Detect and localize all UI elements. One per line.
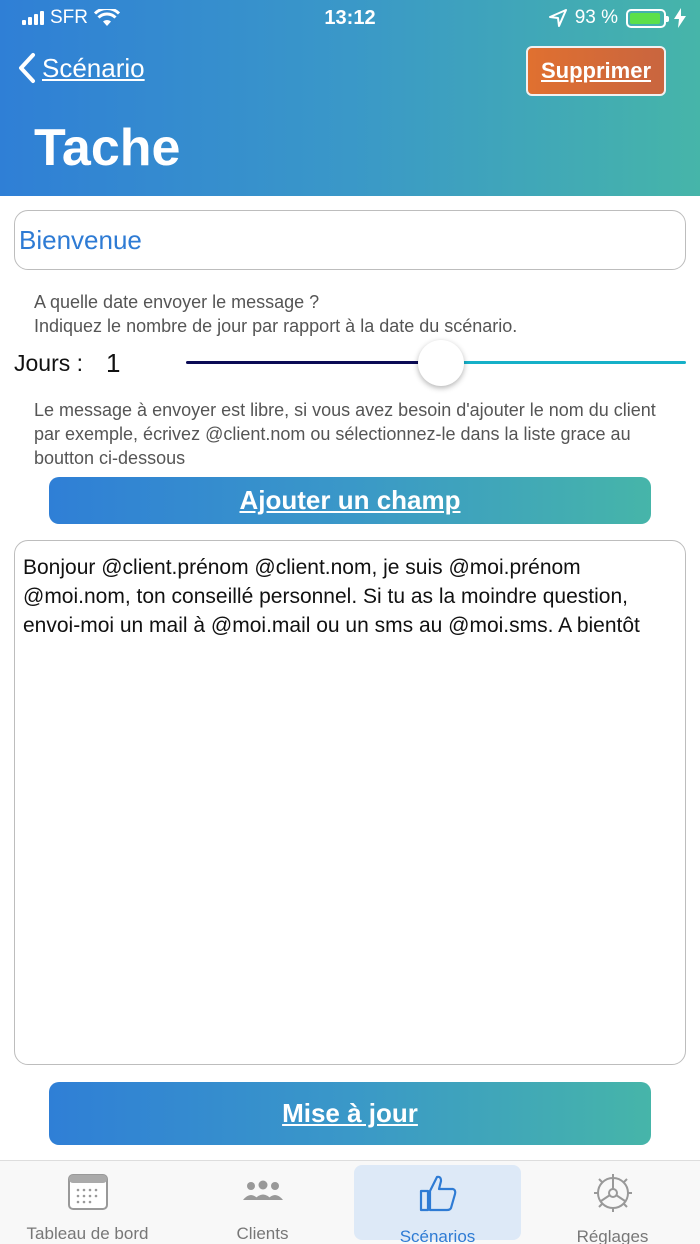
slider-track-filled (186, 361, 441, 364)
battery-fill (630, 12, 660, 24)
update-button[interactable]: Mise à jour (49, 1082, 651, 1145)
tab-label: Scénarios (399, 1227, 476, 1244)
calendar-icon (67, 1173, 108, 1210)
days-value: 1 (106, 348, 121, 378)
tab-bar: Tableau de bord Clients Scénarios Réglag… (0, 1160, 700, 1244)
tab-scenarios[interactable]: Scénarios (350, 1161, 525, 1244)
people-icon (242, 1180, 283, 1200)
tab-clients[interactable]: Clients (175, 1161, 350, 1244)
page-title: Tache (34, 119, 181, 177)
thumbs-up-icon (419, 1175, 456, 1212)
back-button[interactable]: Scénario (18, 52, 145, 84)
tab-label: Clients (236, 1224, 289, 1243)
date-help-text: A quelle date envoyer le message ? Indiq… (34, 292, 518, 336)
tab-label: Tableau de bord (26, 1224, 149, 1243)
gear-icon (593, 1174, 632, 1212)
slider-track-empty (441, 361, 686, 364)
tab-dashboard[interactable]: Tableau de bord (0, 1161, 175, 1244)
chevron-left-icon (19, 53, 35, 83)
tab-label: Réglages (576, 1227, 649, 1244)
add-field-button[interactable]: Ajouter un champ (49, 477, 651, 524)
delete-button[interactable]: Supprimer (526, 46, 666, 96)
back-label: Scénario (42, 52, 145, 83)
days-slider[interactable] (186, 340, 686, 386)
slider-thumb[interactable] (418, 340, 464, 386)
message-textarea[interactable]: Bonjour @client.prénom @client.nom, je s… (14, 540, 686, 1065)
status-bar: SFR 13:12 93 % (0, 0, 700, 40)
tab-settings[interactable]: Réglages (525, 1161, 700, 1244)
battery-percent: 93 % (574, 7, 618, 28)
message-help-text: Le message à envoyer est libre, si vous … (34, 400, 656, 468)
header: SFR 13:12 93 % Scénario Supprimer Tache (0, 0, 700, 196)
location-arrow-icon (548, 9, 567, 27)
charging-bolt-icon (674, 8, 686, 28)
task-name-input[interactable]: Bienvenue (14, 210, 686, 270)
battery-icon (626, 8, 669, 28)
days-label: Jours : (14, 350, 84, 376)
status-right: 93 % (548, 7, 686, 29)
